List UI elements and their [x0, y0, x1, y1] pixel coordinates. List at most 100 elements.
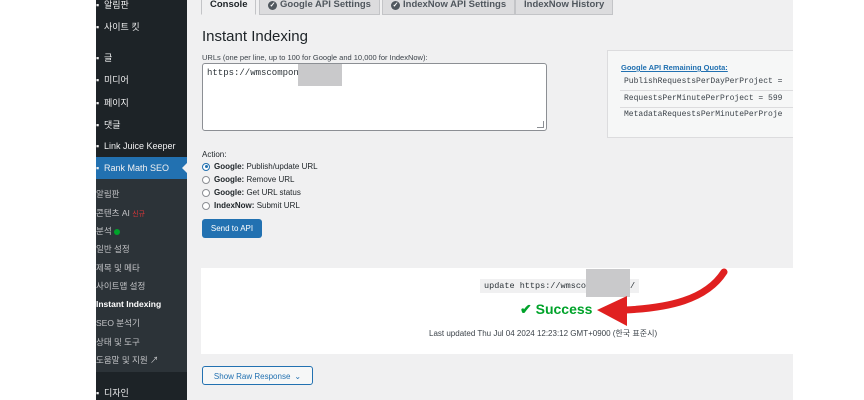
sidebar-item-dashboard[interactable]: ▪ 알림판 [96, 0, 187, 11]
submenu-label: 콘텐츠 AI [96, 208, 130, 218]
tab-label: Console [210, 0, 248, 10]
submenu-item-instant-indexing[interactable]: Instant Indexing [96, 299, 187, 309]
sidebar-item-label: Link Juice Keeper [104, 141, 176, 151]
sidebar-item-label: 디자인 [104, 388, 129, 398]
submenu-item-dashboard[interactable]: 알림판 [96, 188, 187, 200]
radio-text: Remove URL [246, 175, 295, 184]
radio-strong: Google: [214, 175, 245, 184]
radio-strong: Google: [214, 188, 245, 197]
checkmark-icon: ✔ [520, 301, 532, 317]
button-label: Show Raw Response [213, 372, 291, 381]
tab-label: Google API Settings [280, 0, 371, 10]
send-to-api-button[interactable]: Send to API [202, 219, 262, 238]
submenu-label: 사이트맵 설정 [96, 281, 146, 291]
radio-checked-icon[interactable] [202, 162, 210, 171]
radio-strong: IndexNow: [214, 201, 255, 210]
submenu-label: 상태 및 도구 [96, 337, 140, 347]
radio-icon[interactable] [202, 175, 210, 184]
result-command-text: update https://wmsco [484, 281, 587, 291]
submenu-label: 일반 설정 [96, 244, 130, 254]
new-badge: 신규 [132, 211, 146, 218]
page-icon: ▪ [96, 98, 100, 108]
radio-google-remove[interactable]: Google: Remove URL [202, 175, 294, 184]
submenu-item-general-settings[interactable]: 일반 설정 [96, 243, 187, 255]
sidebar-item-label: 알림판 [104, 0, 129, 10]
radio-google-publish[interactable]: Google: Publish/update URL [202, 162, 318, 171]
result-command-tail: / [630, 281, 636, 291]
rankmath-icon: ▪ [96, 163, 100, 173]
radio-icon[interactable] [202, 201, 210, 210]
sitekit-icon: ▪ [96, 22, 100, 32]
urls-value: https://wmscompon [207, 68, 299, 78]
tab-indexnow-api-settings[interactable]: ✓ IndexNow API Settings [382, 0, 516, 15]
result-panel: update https://wmsco / ✔ Success Last upd… [201, 268, 793, 354]
external-link-icon: ↗ [150, 355, 159, 365]
sidebar-item-label: 미디어 [104, 75, 129, 85]
action-label: Action: [202, 150, 227, 159]
media-icon: ▪ [96, 75, 100, 85]
submenu-label: 도움말 및 지원 [96, 355, 148, 365]
submenu-item-analytics[interactable]: 분석 [96, 225, 187, 237]
status-text: Success [535, 301, 593, 317]
pin-icon: ▪ [96, 53, 100, 63]
submenu-label: 알림판 [96, 189, 120, 199]
sidebar-item-rank-math[interactable]: ▪ Rank Math SEO [96, 157, 187, 179]
redaction-box [297, 64, 342, 86]
sidebar-item-label: 댓글 [104, 120, 121, 130]
last-updated: Last updated Thu Jul 04 2024 12:23:12 GM… [429, 329, 658, 338]
sidebar-item-label: Rank Math SEO [104, 163, 170, 173]
radio-indexnow-submit[interactable]: IndexNow: Submit URL [202, 201, 300, 210]
submenu-label: 제목 및 메타 [96, 263, 140, 273]
radio-text: Get URL status [246, 188, 301, 197]
sidebar-item-comments[interactable]: ▪ 댓글 [96, 118, 187, 131]
success-status: ✔ Success [520, 301, 592, 318]
admin-sidebar: ▪ 알림판 ▪ 사이트 킷 ▪ 글 ▪ 미디어 ▪ 페이지 ▪ 댓글 ▪ Link Juice… [96, 0, 187, 400]
check-circle-icon: ✓ [391, 1, 400, 10]
comment-icon: ▪ [96, 120, 100, 130]
submenu-item-help[interactable]: 도움말 및 지원 ↗ [96, 354, 187, 366]
tab-bar: Console ✓ Google API Settings ✓ IndexNow A… [187, 0, 793, 15]
sidebar-item-posts[interactable]: ▪ 글 [96, 51, 187, 64]
submenu-item-content-ai[interactable]: 콘텐츠 AI 신규 [96, 207, 187, 219]
sidebar-item-design[interactable]: ▪ 디자인 [96, 386, 187, 399]
submenu-item-seo-analyzer[interactable]: SEO 분석기 [96, 317, 187, 329]
tab-label: IndexNow API Settings [403, 0, 507, 10]
tab-indexnow-history[interactable]: IndexNow History [515, 0, 614, 15]
sidebar-item-pages[interactable]: ▪ 페이지 [96, 96, 187, 109]
show-raw-response-button[interactable]: Show Raw Response ⌄ [202, 366, 313, 385]
redaction-box [586, 269, 631, 297]
tab-google-api-settings[interactable]: ✓ Google API Settings [259, 0, 380, 15]
quota-row: RequestsPerMinutePerProject = 599 [624, 94, 783, 103]
radio-text: Submit URL [256, 201, 300, 210]
sidebar-item-link-juice-keeper[interactable]: ▪ Link Juice Keeper [96, 141, 187, 151]
quota-row: MetadataRequestsPerMinutePerProje [624, 110, 783, 119]
tab-label: IndexNow History [524, 0, 605, 10]
divider [620, 107, 793, 108]
status-dot-icon [113, 228, 120, 235]
radio-strong: Google: [214, 162, 245, 171]
divider [620, 90, 793, 91]
sidebar-item-media[interactable]: ▪ 미디어 [96, 73, 187, 86]
radio-icon[interactable] [202, 188, 210, 197]
link-icon: ▪ [96, 141, 100, 151]
submenu-item-status-tools[interactable]: 상태 및 도구 [96, 336, 187, 348]
submenu-label: Instant Indexing [96, 299, 162, 309]
submenu-item-titles-meta[interactable]: 제목 및 메타 [96, 262, 187, 274]
radio-text: Publish/update URL [246, 162, 318, 171]
quota-title[interactable]: Google API Remaining Quota: [621, 63, 728, 72]
check-circle-icon: ✓ [268, 1, 277, 10]
quota-box: Google API Remaining Quota: PublishReque… [607, 50, 793, 138]
tab-console[interactable]: Console [201, 0, 257, 15]
resize-handle-icon[interactable] [537, 121, 544, 128]
dashboard-icon: ▪ [96, 0, 100, 10]
submenu-label: 분석 [96, 226, 112, 236]
design-icon: ▪ [96, 388, 100, 398]
main-content: Console ✓ Google API Settings ✓ IndexNow A… [187, 0, 793, 400]
chevron-down-icon: ⌄ [294, 372, 302, 381]
urls-textarea[interactable]: https://wmscompon [202, 63, 547, 131]
radio-google-status[interactable]: Google: Get URL status [202, 188, 301, 197]
sidebar-item-sitekit[interactable]: ▪ 사이트 킷 [96, 20, 187, 33]
submenu-item-sitemap[interactable]: 사이트맵 설정 [96, 280, 187, 292]
sidebar-item-label: 글 [104, 53, 113, 63]
sidebar-item-label: 사이트 킷 [104, 22, 140, 32]
